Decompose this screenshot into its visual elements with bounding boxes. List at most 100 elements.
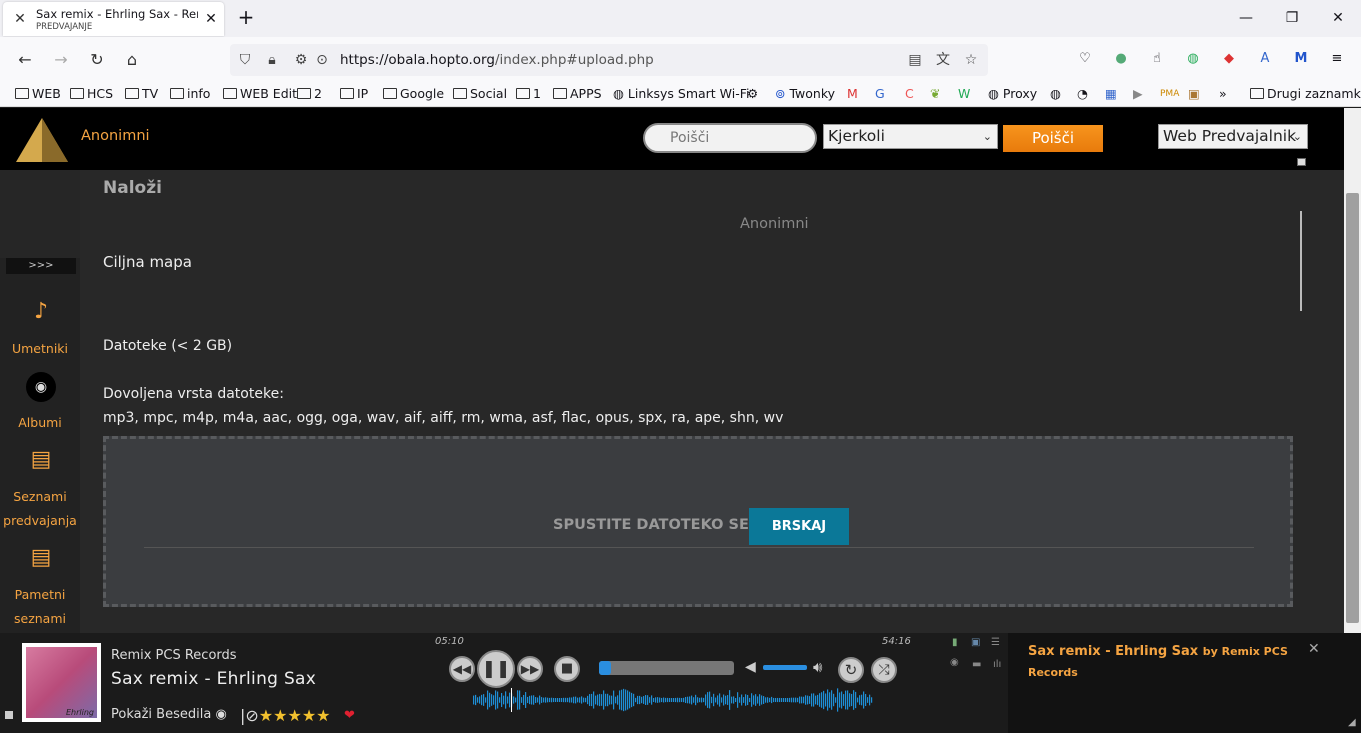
- permissions-icon[interactable]: ⚙: [292, 50, 310, 70]
- browse-button[interactable]: BRSKAJ: [749, 508, 849, 545]
- extension-translate-icon[interactable]: A: [1254, 48, 1276, 70]
- rating-stars[interactable]: |⊘★★★★★: [240, 706, 331, 725]
- gmail-bookmark[interactable]: M: [847, 86, 858, 101]
- sidebar-item-albums[interactable]: Albumi: [0, 411, 80, 435]
- bookmark-proxy[interactable]: ◍ Proxy: [988, 86, 1037, 101]
- artist-name[interactable]: Remix PCS Records: [111, 648, 237, 663]
- volume-min-icon[interactable]: ◀: [745, 659, 756, 675]
- play-bookmark[interactable]: ▶: [1133, 86, 1143, 101]
- volume-slider[interactable]: [763, 665, 807, 670]
- album-cover[interactable]: Ehrling: [22, 643, 101, 722]
- playlist-icon[interactable]: ▤: [28, 446, 54, 474]
- favorite-heart-icon[interactable]: ❤: [344, 708, 355, 723]
- show-lyrics-link[interactable]: Pokaži Besedila ◉: [111, 707, 227, 722]
- rewind-icon[interactable]: ◀◀: [449, 656, 475, 682]
- drop-zone[interactable]: SPUSTITE DATOTEKO SEM BRSKAJ: [103, 436, 1293, 607]
- bookmark-2[interactable]: 2: [297, 86, 322, 101]
- translate-icon[interactable]: 文: [934, 50, 952, 70]
- bookmark-other[interactable]: Drugi zaznamki: [1250, 86, 1361, 101]
- album-icon[interactable]: ◉: [26, 372, 56, 402]
- bookmark-info[interactable]: info: [170, 86, 210, 101]
- close-notification-icon[interactable]: ✕: [1308, 641, 1320, 657]
- url-text[interactable]: https://obala.hopto.org/index.php#upload…: [340, 52, 654, 68]
- tab-active[interactable]: ✕ Sax remix - Ehrling Sax - Remix PREDVA…: [3, 2, 224, 36]
- settings-bookmark[interactable]: ⚙: [747, 86, 758, 101]
- speed-bookmark[interactable]: ◔: [1077, 86, 1088, 101]
- globe-bookmark[interactable]: ◍: [1050, 86, 1061, 101]
- search-button[interactable]: Poišči: [1003, 125, 1103, 152]
- extension-vpn-icon[interactable]: ◍: [1182, 48, 1204, 70]
- c-bookmark[interactable]: C: [905, 86, 914, 101]
- waveform[interactable]: [473, 688, 873, 712]
- extension-eraser-icon[interactable]: ◆: [1218, 48, 1240, 70]
- player-select[interactable]: Web Predvajalnik ⌄: [1158, 124, 1308, 149]
- fast-forward-icon[interactable]: ▶▶: [517, 656, 543, 682]
- pma-bookmark[interactable]: PMA: [1160, 89, 1179, 99]
- collapse-player-icon[interactable]: [5, 711, 13, 719]
- download-icon[interactable]: ▮: [952, 637, 958, 648]
- shield-icon[interactable]: ⛉: [236, 50, 254, 70]
- resize-handle-icon[interactable]: ◢: [1348, 717, 1356, 728]
- close-window-icon[interactable]: ✕: [1326, 6, 1350, 30]
- eye-icon[interactable]: ◉: [950, 657, 959, 668]
- more-bookmarks-icon[interactable]: »: [1219, 86, 1227, 101]
- pause-icon[interactable]: ❚❚: [477, 650, 515, 688]
- pocket-icon[interactable]: ♡: [1074, 48, 1096, 70]
- new-tab-icon[interactable]: +: [236, 6, 256, 28]
- back-icon[interactable]: ←: [14, 49, 36, 71]
- url-bar[interactable]: ⛉ 🔒︎ ⚙ ⊙ https://obala.hopto.org/index.p…: [230, 44, 988, 76]
- search-input[interactable]: Poišči: [643, 123, 817, 153]
- box-bookmark[interactable]: ▣: [1188, 86, 1200, 101]
- bookmark-hcs[interactable]: HCS: [70, 86, 113, 101]
- list-icon[interactable]: ☰: [991, 637, 1000, 648]
- bookmark-twonky[interactable]: ⊚ Twonky: [775, 86, 835, 101]
- stop-icon[interactable]: ■: [554, 656, 580, 682]
- bookmark-web-edit[interactable]: WEB Edit: [223, 86, 297, 101]
- sidebar-toggle[interactable]: >>>: [6, 258, 76, 274]
- bookmark-social[interactable]: Social: [453, 86, 507, 101]
- leaf-bookmark[interactable]: ❦: [930, 86, 940, 101]
- artist-icon[interactable]: ♪: [28, 298, 54, 326]
- location-icon[interactable]: ⊙: [313, 50, 331, 70]
- bookmark-apps[interactable]: APPS: [553, 86, 602, 101]
- sidebar-item-playlists[interactable]: Seznami predvajanja: [0, 485, 80, 533]
- image-icon[interactable]: ▣: [971, 637, 980, 648]
- w-bookmark[interactable]: W: [958, 86, 970, 101]
- home-icon[interactable]: ⌂: [121, 49, 143, 71]
- user-name[interactable]: Anonimni: [81, 128, 150, 144]
- extension-globe-icon[interactable]: ●: [1110, 48, 1132, 70]
- bookmark-google[interactable]: Google: [383, 86, 444, 101]
- sidebar-item-artists[interactable]: Umetniki: [0, 337, 80, 361]
- bookmark-linksys[interactable]: ◍ Linksys Smart Wi-Fi: [613, 86, 750, 101]
- bookmark-1[interactable]: 1: [516, 86, 541, 101]
- bookmark-ip[interactable]: IP: [340, 86, 368, 101]
- shuffle-icon[interactable]: ⤮: [871, 657, 897, 683]
- scrollbar-thumb[interactable]: [1346, 193, 1359, 623]
- forward-icon[interactable]: →: [50, 49, 72, 71]
- volume-max-icon[interactable]: 🔊︎: [813, 658, 822, 676]
- sidebar-item-smart-playlists[interactable]: Pametni seznami: [0, 583, 80, 631]
- progress-bar[interactable]: [599, 661, 734, 675]
- close-tab-icon[interactable]: ✕: [202, 10, 220, 28]
- extension-m-icon[interactable]: M: [1290, 48, 1312, 70]
- lock-icon[interactable]: 🔒︎: [263, 50, 281, 70]
- trash-icon[interactable]: ▬: [972, 659, 981, 670]
- bookmark-star-icon[interactable]: ☆: [962, 50, 980, 70]
- minimize-icon[interactable]: —: [1234, 6, 1258, 30]
- reload-icon[interactable]: ↻: [86, 49, 108, 71]
- no-rating-icon[interactable]: |⊘: [240, 706, 259, 725]
- translate-bookmark[interactable]: G: [875, 86, 885, 101]
- bookmark-tv[interactable]: TV: [125, 86, 158, 101]
- bookmark-web[interactable]: WEB: [15, 86, 61, 101]
- reader-view-icon[interactable]: ▤: [906, 50, 924, 70]
- collapse-icon[interactable]: [1297, 158, 1306, 166]
- equalizer-icon[interactable]: ılı: [993, 659, 1001, 670]
- page-scrollbar[interactable]: [1344, 108, 1361, 633]
- news-bookmark[interactable]: ▦: [1105, 86, 1117, 101]
- scope-select[interactable]: Kjerkoli ⌄: [823, 124, 998, 149]
- extension-hand-icon[interactable]: ☝: [1146, 48, 1168, 70]
- repeat-icon[interactable]: ↻: [838, 657, 864, 683]
- smart-playlist-icon[interactable]: ▤: [28, 544, 54, 572]
- menu-icon[interactable]: ≡: [1326, 48, 1348, 70]
- restore-icon[interactable]: ❐: [1280, 6, 1304, 30]
